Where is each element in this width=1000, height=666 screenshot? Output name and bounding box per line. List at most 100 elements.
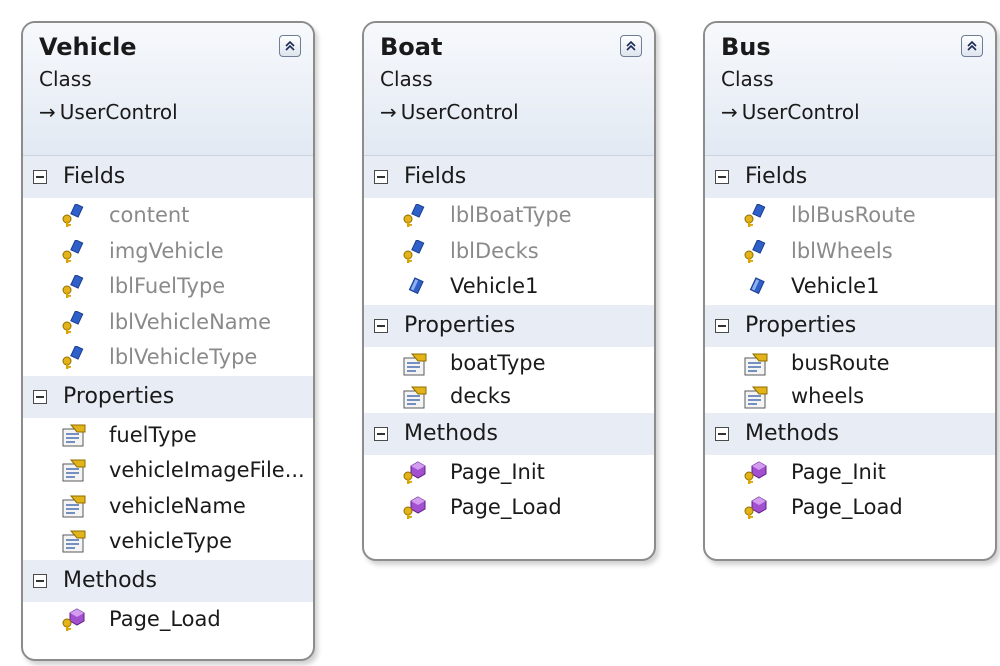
member-row[interactable]: content <box>23 198 313 234</box>
protected-method-icon <box>403 496 426 519</box>
member-row[interactable]: Page_Init <box>705 455 995 491</box>
class-shape-vehicle[interactable]: Vehicle Class → UserControl Fields conten… <box>21 21 315 661</box>
member-name: busRoute <box>791 350 890 375</box>
base-type-label: UserControl <box>59 100 178 124</box>
member-row[interactable]: lblVehicleName <box>23 305 313 341</box>
member-name: Vehicle1 <box>450 274 539 298</box>
base-type-label: UserControl <box>400 100 519 124</box>
collapse-chevrons-icon[interactable] <box>279 35 301 57</box>
collapse-section-icon[interactable] <box>33 389 47 404</box>
member-row[interactable]: vehicleName <box>23 489 313 525</box>
member-row[interactable]: fuelType <box>23 418 313 454</box>
public-field-icon <box>749 277 765 295</box>
collapse-section-icon[interactable] <box>374 426 388 441</box>
class-name: Vehicle <box>39 33 137 61</box>
class-kind: Class <box>39 67 92 91</box>
private-field-icon <box>62 310 84 334</box>
member-row[interactable]: Vehicle1 <box>364 269 654 305</box>
member-row[interactable]: Page_Load <box>705 490 995 526</box>
class-shape-boat[interactable]: Boat Class → UserControl Fields lblBoatTy… <box>362 21 656 561</box>
private-field-icon <box>62 204 84 227</box>
member-row[interactable]: lblFuelType <box>23 269 313 305</box>
member-row[interactable]: lblWheels <box>705 234 995 270</box>
section-header-methods[interactable]: Methods <box>364 412 654 455</box>
member-name: Page_Load <box>791 495 903 519</box>
class-kind: Class <box>721 67 774 91</box>
inherits-arrow-icon: → <box>380 100 397 124</box>
member-row[interactable]: lblDecks <box>364 234 654 270</box>
section-header-properties[interactable]: Properties <box>23 375 313 418</box>
member-name: boatType <box>450 350 546 375</box>
section-header-fields[interactable]: Fields <box>705 156 995 198</box>
inherits-arrow-icon: → <box>721 100 738 124</box>
member-name: vehicleName <box>109 493 246 518</box>
member-name: imgVehicle <box>109 238 224 263</box>
member-name: Page_Load <box>109 606 221 631</box>
member-row[interactable]: Page_Init <box>364 455 654 491</box>
class-name: Boat <box>380 33 443 61</box>
member-name: fuelType <box>109 422 197 447</box>
section-label: Fields <box>63 164 126 189</box>
class-header: Bus Class → UserControl <box>705 23 995 156</box>
member-name: wheels <box>791 383 865 408</box>
member-name: lblDecks <box>450 238 539 263</box>
property-icon <box>62 459 86 482</box>
property-icon <box>744 353 768 375</box>
section-header-methods[interactable]: Methods <box>705 412 995 455</box>
member-name: vehicleType <box>109 529 233 553</box>
member-row[interactable]: Vehicle1 <box>705 269 995 305</box>
member-row[interactable]: lblBusRoute <box>705 198 995 234</box>
section-label: Properties <box>745 312 857 338</box>
section-label: Methods <box>745 420 839 446</box>
protected-method-icon <box>744 496 767 519</box>
member-name: lblBusRoute <box>791 203 916 227</box>
member-row[interactable]: lblBoatType <box>364 198 654 234</box>
section-header-methods[interactable]: Methods <box>23 559 313 602</box>
member-row[interactable]: wheels <box>705 380 995 413</box>
member-name: lblVehicleType <box>109 345 258 369</box>
member-name: vehicleImageFile... <box>109 458 305 482</box>
protected-method-icon <box>403 460 426 484</box>
private-field-icon <box>744 204 766 227</box>
protected-method-icon <box>744 460 767 484</box>
section-header-fields[interactable]: Fields <box>364 156 654 198</box>
property-icon <box>403 386 427 408</box>
collapse-section-icon[interactable] <box>715 318 729 333</box>
member-row[interactable]: boatType <box>364 347 654 380</box>
inherits-arrow-icon: → <box>39 100 56 124</box>
class-kind: Class <box>380 67 433 91</box>
property-icon <box>744 386 768 408</box>
member-name: Page_Load <box>450 495 562 519</box>
property-icon <box>62 530 86 553</box>
member-row[interactable]: imgVehicle <box>23 234 313 270</box>
collapse-section-icon[interactable] <box>33 170 47 184</box>
collapse-section-icon[interactable] <box>715 170 729 184</box>
member-row[interactable]: vehicleImageFile... <box>23 453 313 489</box>
member-name: lblBoatType <box>450 203 572 227</box>
member-row[interactable]: vehicleType <box>23 524 313 560</box>
member-row[interactable]: decks <box>364 380 654 413</box>
member-name: lblWheels <box>791 238 893 263</box>
class-name: Bus <box>721 33 771 61</box>
member-row[interactable]: lblVehicleType <box>23 340 313 376</box>
member-row[interactable]: Page_Load <box>23 602 313 638</box>
member-row[interactable]: busRoute <box>705 347 995 380</box>
section-label: Methods <box>63 567 157 593</box>
section-label: Fields <box>745 164 808 189</box>
collapse-section-icon[interactable] <box>33 573 47 588</box>
class-shape-bus[interactable]: Bus Class → UserControl Fields lblBusRout… <box>703 21 997 561</box>
section-header-fields[interactable]: Fields <box>23 156 313 198</box>
collapse-section-icon[interactable] <box>374 170 388 184</box>
collapse-section-icon[interactable] <box>374 318 388 333</box>
collapse-chevrons-icon[interactable] <box>620 35 642 57</box>
private-field-icon <box>62 346 84 369</box>
section-header-properties[interactable]: Properties <box>705 304 995 347</box>
property-icon <box>62 495 86 517</box>
section-header-properties[interactable]: Properties <box>364 304 654 347</box>
member-row[interactable]: Page_Load <box>364 490 654 526</box>
member-name: content <box>109 203 190 227</box>
collapse-chevrons-icon[interactable] <box>961 35 983 57</box>
collapse-section-icon[interactable] <box>715 426 729 441</box>
public-field-icon <box>408 277 424 295</box>
private-field-icon <box>62 239 84 263</box>
